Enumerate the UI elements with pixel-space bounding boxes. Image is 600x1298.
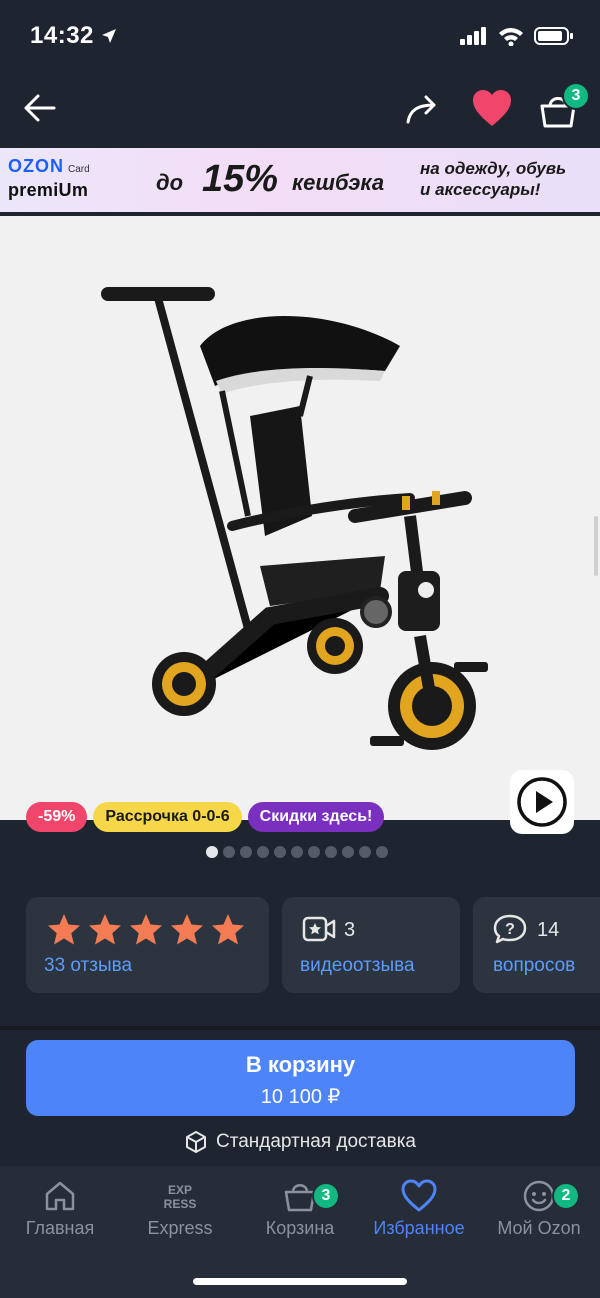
share-arrow-icon — [406, 95, 436, 124]
promo-banner[interactable]: OZON Card premiUm до 15% кешбэка на одежд… — [0, 148, 600, 212]
installment-tag[interactable]: Рассрочка 0-0-6 — [93, 802, 242, 832]
star-icon — [130, 914, 162, 945]
tab-favorites[interactable]: Избранное — [359, 1176, 479, 1239]
video-reviews-count: 3 — [344, 919, 356, 941]
product-tags: -59% Рассрочка 0-0-6 Скидки здесь! — [26, 802, 385, 832]
star-icon — [48, 914, 80, 945]
ozon-card-logo: OZON Card — [8, 156, 90, 176]
gallery-dot[interactable] — [359, 846, 371, 858]
top-nav — [0, 78, 600, 144]
discount-tag[interactable]: -59% — [26, 802, 88, 832]
signal-icon — [460, 27, 486, 45]
questions-link[interactable]: вопросов — [493, 955, 575, 977]
tab-express[interactable]: EXP RESS Express — [120, 1176, 240, 1239]
home-indicator — [193, 1278, 407, 1285]
svg-text:EXP: EXP — [168, 1183, 192, 1197]
delivery-info[interactable]: Стандартная доставка — [0, 1130, 600, 1154]
add-to-cart-button[interactable]: В корзину 10 100 ₽ — [26, 1040, 575, 1116]
video-star-icon — [302, 916, 336, 942]
product-image[interactable] — [0, 216, 600, 820]
profile-tab-badge: 2 — [552, 1182, 580, 1210]
video-reviews-link[interactable]: видеоотзыва — [300, 955, 415, 977]
wifi-icon — [499, 28, 523, 46]
gallery-pagination — [206, 846, 388, 858]
gallery-dot[interactable] — [376, 846, 388, 858]
tricycle-image — [101, 287, 488, 750]
sale-tag[interactable]: Скидки здесь! — [247, 802, 385, 832]
gallery-dot[interactable] — [325, 846, 337, 858]
express-logo-icon: EXP RESS — [164, 1183, 197, 1211]
star-icon — [171, 914, 203, 945]
gallery-dot[interactable] — [206, 846, 218, 858]
tab-cart[interactable]: Корзина 3 — [240, 1176, 360, 1239]
heart-icon — [473, 90, 511, 126]
rating-card[interactable]: 33 отзыва — [26, 897, 269, 993]
arrow-left-icon — [24, 94, 56, 122]
gallery-dot[interactable] — [308, 846, 320, 858]
share-button[interactable] — [402, 90, 442, 130]
banner-prefix: до — [156, 170, 184, 195]
banner-description: на одежду, обувь и аксессуары! — [420, 159, 567, 199]
premium-logo: premiUm — [8, 180, 89, 200]
questions-card[interactable]: ? 14 вопросов — [473, 897, 600, 993]
tab-home[interactable]: Главная — [0, 1176, 120, 1239]
favorite-button[interactable] — [470, 88, 514, 128]
star-rating — [46, 913, 246, 947]
gallery-dot[interactable] — [240, 846, 252, 858]
star-icon — [89, 914, 121, 945]
question-bubble-icon: ? — [493, 914, 527, 944]
home-icon — [45, 1181, 75, 1211]
banner-percent: 15% — [202, 158, 279, 200]
status-icons — [460, 26, 574, 46]
play-icon — [517, 777, 567, 827]
gallery-dot[interactable] — [291, 846, 303, 858]
reviews-link[interactable]: 33 отзыва — [44, 955, 132, 977]
add-to-cart-label: В корзину — [245, 1052, 356, 1077]
play-video-button[interactable] — [510, 770, 574, 834]
section-divider — [0, 1026, 600, 1030]
product-price: 10 100 ₽ — [260, 1086, 341, 1108]
video-reviews-card[interactable]: 3 видеоотзыва — [282, 897, 460, 993]
gallery-dot[interactable] — [342, 846, 354, 858]
cart-tab-badge: 3 — [312, 1182, 340, 1210]
package-box-icon — [185, 1131, 206, 1153]
battery-icon — [534, 27, 573, 45]
delivery-label: Стандартная доставка — [215, 1131, 416, 1152]
gallery-dot[interactable] — [257, 846, 269, 858]
cart-count-badge: 3 — [562, 82, 590, 110]
gallery-dot[interactable] — [274, 846, 286, 858]
questions-count: 14 — [537, 919, 560, 941]
tab-my-ozon[interactable]: Мой Ozon 2 — [479, 1176, 599, 1239]
location-arrow-icon — [101, 29, 116, 43]
back-button[interactable] — [20, 88, 60, 128]
image-scroll-indicator — [594, 516, 598, 576]
banner-cashback: кешбэка — [292, 170, 385, 195]
svg-text:?: ? — [505, 921, 515, 938]
star-icon — [212, 914, 244, 945]
status-bar: 14:32 — [0, 0, 600, 78]
heart-outline-icon — [401, 1179, 437, 1212]
svg-text:RESS: RESS — [164, 1197, 197, 1211]
gallery-dot[interactable] — [223, 846, 235, 858]
clock: 14:32 — [30, 22, 118, 50]
